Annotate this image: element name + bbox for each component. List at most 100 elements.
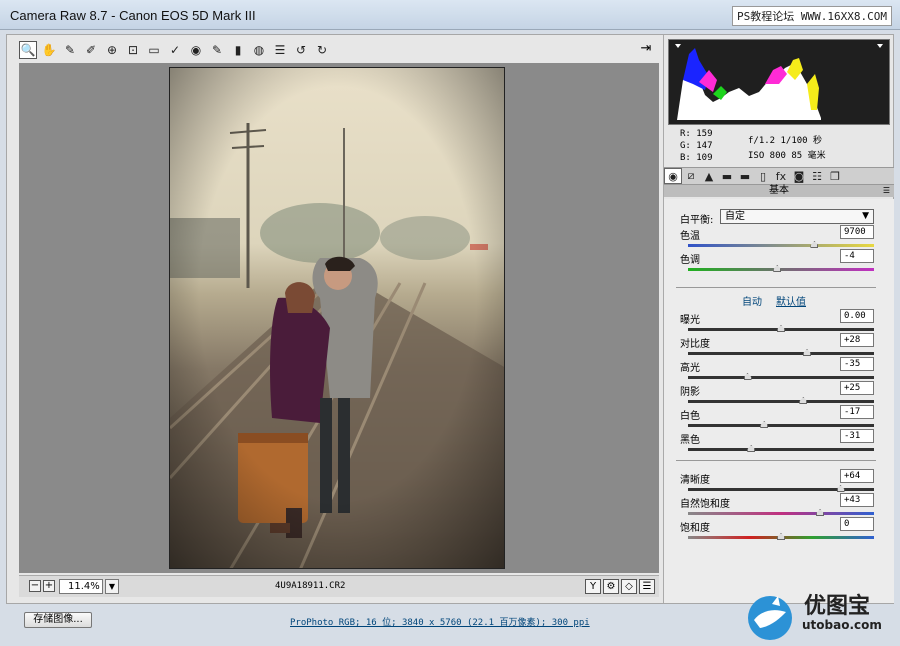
panel-title: 基本 ☰ (664, 185, 894, 197)
shadows-value-field[interactable]: +25 (840, 381, 874, 395)
tint-slider-track[interactable] (688, 265, 874, 272)
radial-filter-icon[interactable]: ◍ (250, 41, 268, 59)
crop-icon[interactable]: ⊡ (124, 41, 142, 59)
blacks-label: 黑色 (680, 435, 700, 446)
clarity-slider-track[interactable] (688, 485, 874, 492)
temperature-slider-track[interactable] (688, 241, 874, 248)
zoom-level-field[interactable]: 11.4% (59, 579, 103, 594)
targeted-adjust-icon[interactable]: ⊕ (103, 41, 121, 59)
brand-url: utobao.com (802, 618, 882, 632)
panel-tab-icon[interactable]: ☷ (808, 168, 826, 184)
open-object-button[interactable]: ⇥ (637, 41, 655, 59)
shadow-clip-icon[interactable]: ⚙ (603, 579, 619, 594)
rotate-left-icon[interactable]: ↺ (292, 41, 310, 59)
panel-tab-icon[interactable]: fx (772, 168, 790, 184)
rotate-right-icon[interactable]: ↻ (313, 41, 331, 59)
auto-link[interactable]: 自动 (742, 293, 762, 308)
zoom-in-button[interactable]: + (43, 580, 55, 592)
whites-value-field[interactable]: -17 (840, 405, 874, 419)
zoom-out-button[interactable]: − (29, 580, 41, 592)
preferences-icon[interactable]: ☰ (271, 41, 289, 59)
panel-tab-icon[interactable]: ▬ (718, 168, 736, 184)
save-image-button[interactable]: 存储图像... (24, 612, 92, 628)
adjustment-brush-icon[interactable]: ✎ (208, 41, 226, 59)
panel-tab-icon[interactable]: ❐ (826, 168, 844, 184)
vibrance-slider-handle[interactable] (816, 509, 825, 516)
site-watermark: PS教程论坛 WWW.16XX8.COM (732, 6, 892, 26)
adjustment-panel: R: 159 G: 147 B: 109 f/1.2 1/100 秒 ISO 8… (663, 35, 894, 603)
blacks-slider-handle[interactable] (747, 445, 756, 452)
saturation-label: 饱和度 (680, 523, 710, 534)
brand-logo: 优图宝 utobao.com (744, 592, 900, 644)
filename-label: 4U9A18911.CR2 (275, 581, 346, 591)
spot-removal-icon[interactable]: ✓ (166, 41, 184, 59)
panel-tab-icon[interactable]: ⧄ (682, 168, 700, 184)
panel-menu-icon[interactable]: ☰ (883, 185, 890, 197)
basic-panel: 白平衡: 自定 ▼ 色温 9700 色调 -4 曝光 0.00 对比度 +28 高光 -35 阴影 +… (664, 199, 894, 603)
saturation-slider-track[interactable] (688, 533, 874, 540)
wb-label: 白平衡: (680, 215, 714, 226)
exposure-slider-track[interactable] (688, 325, 874, 332)
workflow-options-link[interactable]: ProPhoto RGB; 16 位; 3840 x 5760 (22.1 百万… (290, 615, 590, 628)
whites-slider-track[interactable] (688, 421, 874, 428)
temperature-slider-handle[interactable] (810, 241, 819, 248)
panel-tab-icon[interactable]: ▯ (754, 168, 772, 184)
histogram-graph (675, 44, 883, 120)
straighten-icon[interactable]: ▭ (145, 41, 163, 59)
divider (676, 287, 876, 288)
panel-tab-icon[interactable]: ▲ (700, 168, 718, 184)
contrast-slider-handle[interactable] (803, 349, 812, 356)
whites-slider-handle[interactable] (760, 421, 769, 428)
blacks-value-field[interactable]: -31 (840, 429, 874, 443)
exposure-slider-handle[interactable] (777, 325, 785, 332)
highlights-slider-handle[interactable] (743, 373, 752, 380)
vibrance-label: 自然饱和度 (680, 499, 730, 510)
exposure-value-field[interactable]: 0.00 (840, 309, 874, 323)
exposure-info: f/1.2 1/100 秒 (748, 136, 823, 146)
preview-status-bar: − + 11.4% ▼ 4U9A18911.CR2 Y ⚙ ◇ ☰ (19, 575, 659, 597)
highlights-label: 高光 (680, 363, 700, 374)
panel-tab-icon[interactable]: ◉ (664, 168, 682, 184)
saturation-value-field[interactable]: 0 (840, 517, 874, 531)
bottom-bar: 存储图像... ProPhoto RGB; 16 位; 3840 x 5760 … (0, 594, 900, 646)
dialog-content: 🔍 ✋ ✎ ✐ ⊕ ⊡ ▭ ✓ ◉ ✎ ▮ ◍ ☰ ↺ ↻ ⇥ − + 11.4… (6, 34, 894, 604)
shadows-slider-track[interactable] (688, 397, 874, 404)
iso-info: ISO 800 85 毫米 (748, 151, 826, 161)
clarity-slider-handle[interactable] (836, 485, 845, 492)
temperature-value-field[interactable]: 9700 (840, 225, 874, 239)
preview-area[interactable] (19, 63, 659, 573)
clarity-value-field[interactable]: +64 (840, 469, 874, 483)
zoom-icon[interactable]: 🔍 (19, 41, 37, 59)
hand-icon[interactable]: ✋ (40, 41, 58, 59)
highlights-slider-track[interactable] (688, 373, 874, 380)
vibrance-slider-track[interactable] (688, 509, 874, 516)
preview-settings-icon[interactable]: ☰ (639, 579, 655, 594)
shadows-label: 阴影 (680, 387, 700, 398)
saturation-slider-handle[interactable] (777, 533, 785, 540)
tint-slider-handle[interactable] (773, 265, 782, 272)
panel-tabs: ◉ ⧄ ▲ ▬ ▬ ▯ fx ◙ ☷ ❐ (664, 167, 894, 185)
wb-selected-value: 自定 (725, 211, 745, 222)
white-balance-icon[interactable]: ✎ (61, 41, 79, 59)
blacks-slider-track[interactable] (688, 445, 874, 452)
readout-b: B: 109 (680, 153, 713, 163)
vibrance-value-field[interactable]: +43 (840, 493, 874, 507)
panel-tab-icon[interactable]: ▬ (736, 168, 754, 184)
highlight-clip-icon[interactable]: ◇ (621, 579, 637, 594)
readout-g: G: 147 (680, 141, 713, 151)
bird-logo-icon (748, 596, 792, 640)
contrast-value-field[interactable]: +28 (840, 333, 874, 347)
toggle-preview-icon[interactable]: Y (585, 579, 601, 594)
white-balance-select[interactable]: 自定 ▼ (720, 209, 874, 224)
contrast-slider-track[interactable] (688, 349, 874, 356)
red-eye-icon[interactable]: ◉ (187, 41, 205, 59)
color-sampler-icon[interactable]: ✐ (82, 41, 100, 59)
panel-tab-icon[interactable]: ◙ (790, 168, 808, 184)
default-link[interactable]: 默认值 (776, 293, 806, 308)
zoom-dropdown[interactable]: ▼ (105, 579, 119, 594)
graduated-filter-icon[interactable]: ▮ (229, 41, 247, 59)
shadows-slider-handle[interactable] (799, 397, 808, 404)
tint-value-field[interactable]: -4 (840, 249, 874, 263)
photo-preview[interactable] (169, 67, 505, 569)
highlights-value-field[interactable]: -35 (840, 357, 874, 371)
